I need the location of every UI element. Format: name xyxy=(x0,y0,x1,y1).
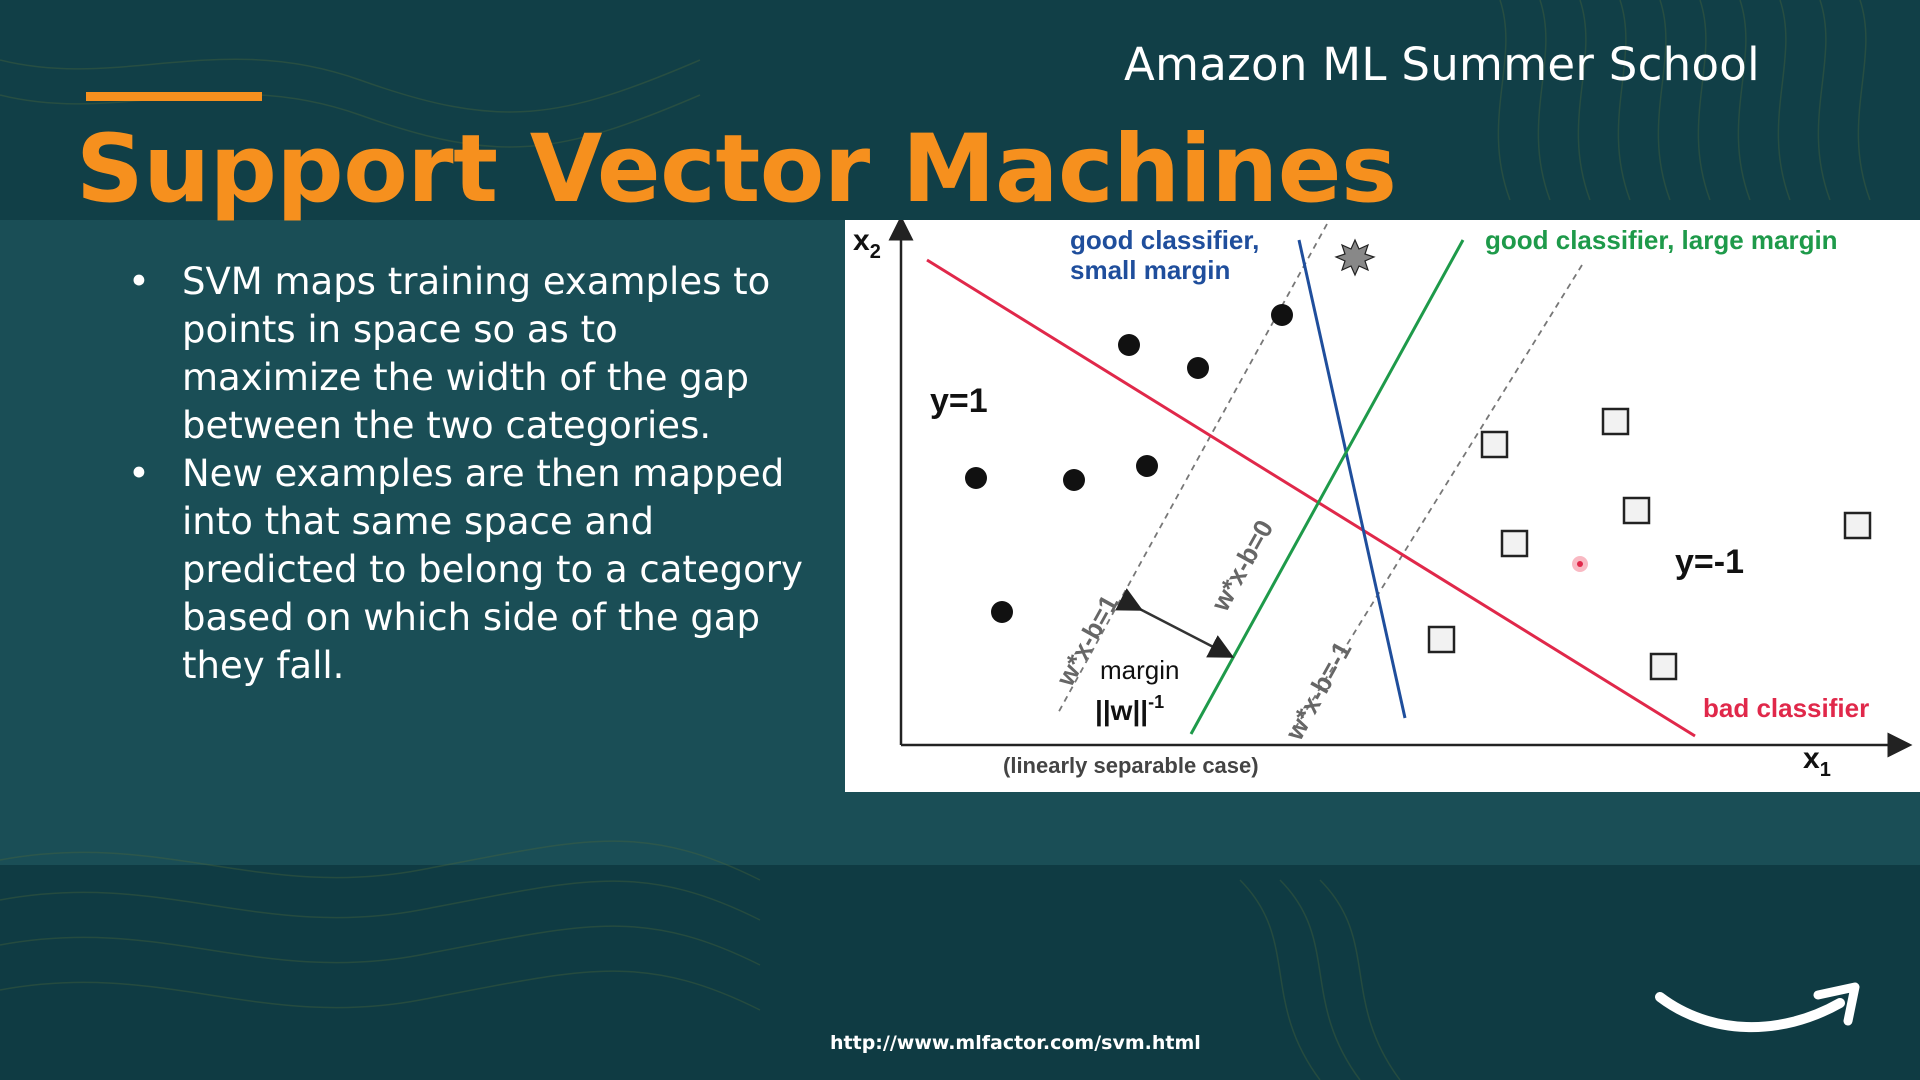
bullet-symbol: • xyxy=(128,260,150,303)
bullet-item: • New examples are then mapped into that… xyxy=(128,450,808,690)
negative-point xyxy=(1427,625,1456,654)
equation-minus: w*x-b=-1 xyxy=(1279,636,1358,746)
margin-formula: ||w||-1 xyxy=(1095,692,1164,726)
bullet-list: • SVM maps training examples to points i… xyxy=(128,258,808,690)
good-classifier-small-line xyxy=(1297,239,1407,719)
bad-classifier-line xyxy=(926,258,1696,738)
positive-point xyxy=(1136,455,1158,477)
amazon-smile-icon xyxy=(1655,982,1860,1033)
positive-point xyxy=(991,601,1013,623)
negative-class-points xyxy=(1427,407,1872,681)
class-label-negative: y=-1 xyxy=(1675,543,1744,581)
negative-point xyxy=(1649,652,1678,681)
negative-point xyxy=(1622,496,1651,525)
title-accent-line xyxy=(86,92,262,101)
negative-point xyxy=(1843,511,1872,540)
equation-zero: w*x-b=0 xyxy=(1205,515,1280,617)
negative-point xyxy=(1500,529,1529,558)
bullet-item: • SVM maps training examples to points i… xyxy=(128,258,808,450)
school-name: Amazon ML Summer School xyxy=(1124,38,1760,91)
bullet-text: SVM maps training examples to points in … xyxy=(182,260,771,447)
label-good-small-line2: small margin xyxy=(1070,255,1230,285)
margin-arrow xyxy=(1115,588,1235,658)
svm-diagram: x2 x1 good classifier, small margin good… xyxy=(845,220,1920,792)
positive-point xyxy=(1063,469,1085,491)
positive-point xyxy=(1187,357,1209,379)
x-axis-label: x1 xyxy=(1803,742,1831,781)
new-example-star-icon xyxy=(1334,238,1376,277)
label-bad: bad classifier xyxy=(1703,693,1869,723)
bullet-symbol: • xyxy=(128,452,150,495)
class-label-positive: y=1 xyxy=(930,382,988,420)
margin-label: margin xyxy=(1100,655,1179,685)
source-url[interactable]: http://www.mlfactor.com/svm.html xyxy=(830,1032,1201,1054)
negative-point xyxy=(1480,430,1509,459)
label-good-small-line1: good classifier, xyxy=(1070,225,1259,255)
positive-point xyxy=(1118,334,1140,356)
y-axis-label: x2 xyxy=(853,224,881,263)
positive-point xyxy=(1271,304,1293,326)
positive-point xyxy=(965,467,987,489)
bullet-text: New examples are then mapped into that s… xyxy=(182,452,803,687)
cursor-dot xyxy=(1577,561,1583,567)
label-good-large: good classifier, large margin xyxy=(1485,225,1838,255)
negative-point xyxy=(1601,407,1630,436)
page-title: Support Vector Machines xyxy=(76,115,1397,224)
figure-caption: (linearly separable case) xyxy=(1003,753,1259,778)
